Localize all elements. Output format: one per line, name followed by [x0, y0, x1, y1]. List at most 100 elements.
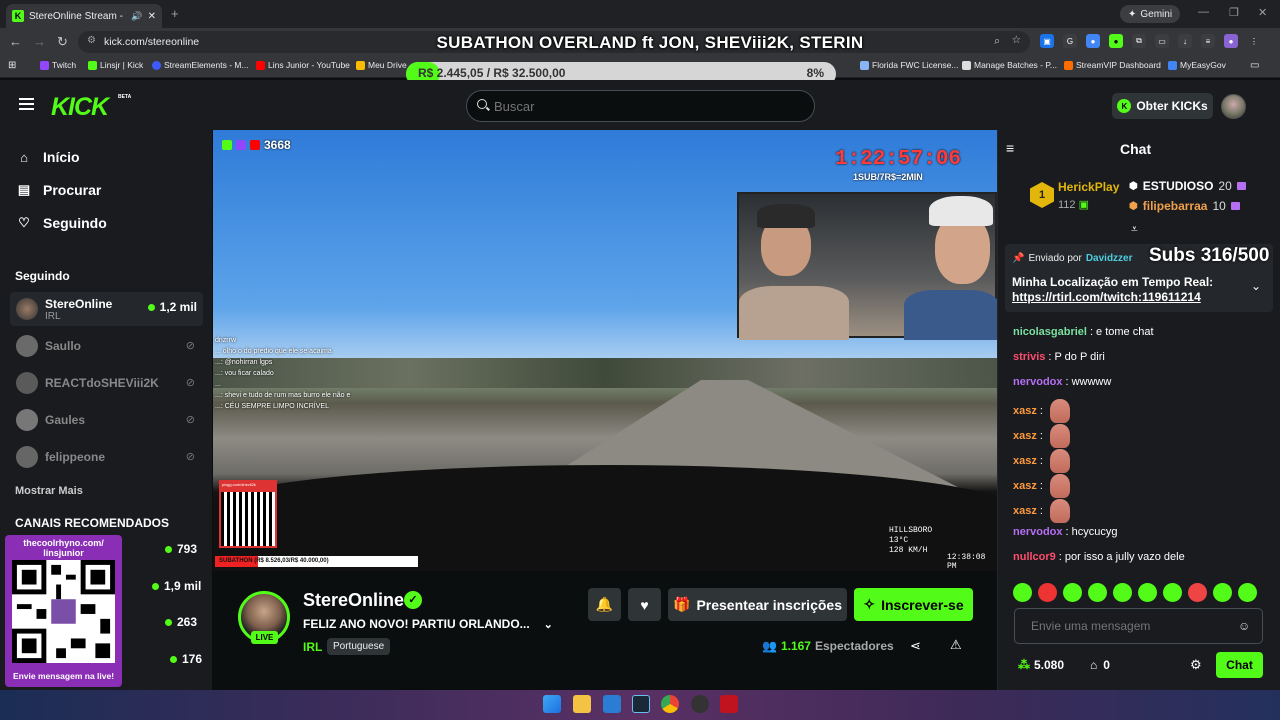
- stream-category[interactable]: IRL: [303, 640, 322, 654]
- cast-icon[interactable]: ▭: [1155, 34, 1169, 48]
- gemini-button[interactable]: ✦ Gemini: [1120, 5, 1181, 23]
- subscribe-button[interactable]: ✧ Inscrever-se: [854, 588, 973, 621]
- zoom-icon[interactable]: ⌕: [994, 35, 1000, 48]
- store-button[interactable]: ⌂ 0: [1090, 658, 1110, 672]
- site-info-icon[interactable]: ⚙: [87, 35, 96, 46]
- following-channel[interactable]: Saullo ⊘: [10, 329, 203, 363]
- chat-username[interactable]: xasz: [1013, 455, 1037, 467]
- emote-icon[interactable]: [1063, 583, 1082, 602]
- forward-icon[interactable]: →: [33, 34, 46, 49]
- bookmark-kick[interactable]: Linsjr | Kick: [88, 60, 143, 70]
- nav-browse[interactable]: ▤ Procurar: [17, 182, 102, 198]
- emote-icon[interactable]: [1188, 583, 1207, 602]
- bookmark-batches[interactable]: Manage Batches - P...: [962, 60, 1057, 70]
- language-tag[interactable]: Portuguese: [327, 638, 391, 655]
- recommended-viewers[interactable]: 263: [165, 615, 197, 629]
- new-tab-icon[interactable]: +: [171, 6, 179, 21]
- emoji-picker-icon[interactable]: ☺: [1238, 619, 1250, 633]
- show-more-link[interactable]: Mostrar Mais: [15, 485, 83, 497]
- google-icon[interactable]: G: [1063, 34, 1077, 48]
- chat-username[interactable]: nullcor9: [1013, 551, 1056, 563]
- notifications-button[interactable]: 🔔: [588, 588, 621, 621]
- recommended-viewers[interactable]: 793: [165, 542, 197, 556]
- chat-username[interactable]: xasz: [1013, 430, 1037, 442]
- bookmark-star-icon[interactable]: ☆: [1012, 34, 1021, 46]
- browser-tab[interactable]: K StereOnline Stream - Watch 🔊 ✕: [6, 4, 162, 28]
- emote-icon[interactable]: [1163, 583, 1182, 602]
- obs-icon[interactable]: [691, 695, 709, 713]
- audio-icon[interactable]: 🔊: [131, 11, 142, 22]
- top-gifter-name[interactable]: HerickPlay: [1058, 180, 1119, 194]
- profile-icon[interactable]: ●: [1224, 34, 1238, 48]
- chat-username[interactable]: nicolasgabriel: [1013, 326, 1087, 338]
- bookmark-twitch[interactable]: Twitch: [40, 60, 76, 70]
- emote-icon[interactable]: [1013, 583, 1032, 602]
- bookmark-fwc[interactable]: Florida FWC License...: [860, 60, 958, 70]
- bookmark-drive[interactable]: Meu Drive: [356, 60, 407, 70]
- chevron-down-icon[interactable]: ⌄: [1251, 279, 1261, 293]
- expand-leaderboard-icon[interactable]: ⩡: [1131, 222, 1138, 237]
- report-icon[interactable]: ⚠: [950, 637, 962, 653]
- bookmark-streamvip[interactable]: StreamVIP Dashboard: [1064, 60, 1161, 70]
- pinned-link[interactable]: https://rtirl.com/twitch:119611214: [1012, 290, 1201, 304]
- emote-icon[interactable]: [1038, 583, 1057, 602]
- menu-dots-icon[interactable]: ⋮: [1247, 34, 1261, 48]
- close-window-icon[interactable]: ✕: [1258, 6, 1267, 19]
- follow-button[interactable]: ♥: [628, 588, 661, 621]
- gifter-row[interactable]: ⬢ ESTUDIOSO 20: [1129, 179, 1246, 193]
- apps-grid-icon[interactable]: ⊞: [8, 60, 16, 71]
- pinned-user[interactable]: Davidzzer: [1086, 253, 1133, 264]
- tab-search-icon[interactable]: ≡: [1201, 34, 1215, 48]
- nav-home[interactable]: ⌂ Início: [17, 149, 80, 165]
- collapse-chat-icon[interactable]: ≡: [1006, 140, 1014, 156]
- chevron-down-icon[interactable]: ⌄: [544, 618, 553, 631]
- user-avatar[interactable]: [1221, 94, 1246, 119]
- bookmark-streamelements[interactable]: StreamElements - M...: [152, 60, 249, 70]
- chat-username[interactable]: xasz: [1013, 480, 1037, 492]
- puzzle-icon[interactable]: ⧉: [1132, 34, 1146, 48]
- chat-username[interactable]: nervodox: [1013, 526, 1063, 538]
- following-channel[interactable]: REACTdoSHEViii2K ⊘: [10, 366, 203, 400]
- following-channel[interactable]: StereOnline IRL 1,2 mil: [10, 292, 203, 326]
- outlook-icon[interactable]: [603, 695, 621, 713]
- bookmark-youtube[interactable]: Lins Junior - YouTube: [256, 60, 350, 70]
- emote-icon[interactable]: [1213, 583, 1232, 602]
- emote-icon[interactable]: [1138, 583, 1157, 602]
- minimize-icon[interactable]: —: [1198, 6, 1209, 18]
- following-channel[interactable]: Gaules ⊘: [10, 403, 203, 437]
- all-bookmarks-icon[interactable]: ▭: [1250, 60, 1259, 71]
- share-icon[interactable]: ⋖: [910, 638, 921, 654]
- recommended-viewers[interactable]: 176: [170, 652, 202, 666]
- nav-following[interactable]: ♡ Seguindo: [17, 215, 107, 231]
- windows-start-icon[interactable]: [543, 695, 561, 713]
- gear-icon[interactable]: ⚙: [1190, 657, 1202, 673]
- extension-icon[interactable]: ●: [1109, 34, 1123, 48]
- channel-name[interactable]: StereOnline: [303, 590, 404, 611]
- gifter-row[interactable]: ⬢ filipebarraa 10: [1129, 199, 1240, 213]
- get-kicks-button[interactable]: K Obter KICKs: [1112, 93, 1213, 119]
- close-tab-icon[interactable]: ✕: [148, 11, 156, 22]
- emote-icon[interactable]: [1238, 583, 1257, 602]
- back-icon[interactable]: ←: [9, 34, 22, 49]
- downloads-icon[interactable]: ↓: [1178, 34, 1192, 48]
- channel-points[interactable]: ⁂ 5.080: [1018, 658, 1064, 672]
- chat-username[interactable]: xasz: [1013, 505, 1037, 517]
- streamer-app-icon[interactable]: [720, 695, 738, 713]
- chat-input[interactable]: [1014, 608, 1263, 644]
- extension-icon[interactable]: ▣: [1040, 34, 1054, 48]
- recommended-viewers[interactable]: 1,9 mil: [152, 579, 201, 593]
- steam-icon[interactable]: [632, 695, 650, 713]
- following-channel[interactable]: felippeone ⊘: [10, 440, 203, 474]
- emote-icon[interactable]: [1088, 583, 1107, 602]
- extension-icon[interactable]: ●: [1086, 34, 1100, 48]
- video-player[interactable]: 3668 1:22:57:06 1SUB/7R$=2MIN dnzrrw ...…: [213, 130, 997, 571]
- chat-username[interactable]: strivis: [1013, 351, 1045, 363]
- menu-icon[interactable]: [19, 98, 34, 110]
- chat-username[interactable]: nervodox: [1013, 376, 1063, 388]
- search-input[interactable]: [466, 90, 815, 122]
- reload-icon[interactable]: ↻: [57, 34, 68, 50]
- chat-username[interactable]: xasz: [1013, 405, 1037, 417]
- bookmark-myeasygov[interactable]: MyEasyGov: [1168, 60, 1226, 70]
- kick-logo[interactable]: KICK: [51, 93, 109, 122]
- send-chat-button[interactable]: Chat: [1216, 652, 1263, 678]
